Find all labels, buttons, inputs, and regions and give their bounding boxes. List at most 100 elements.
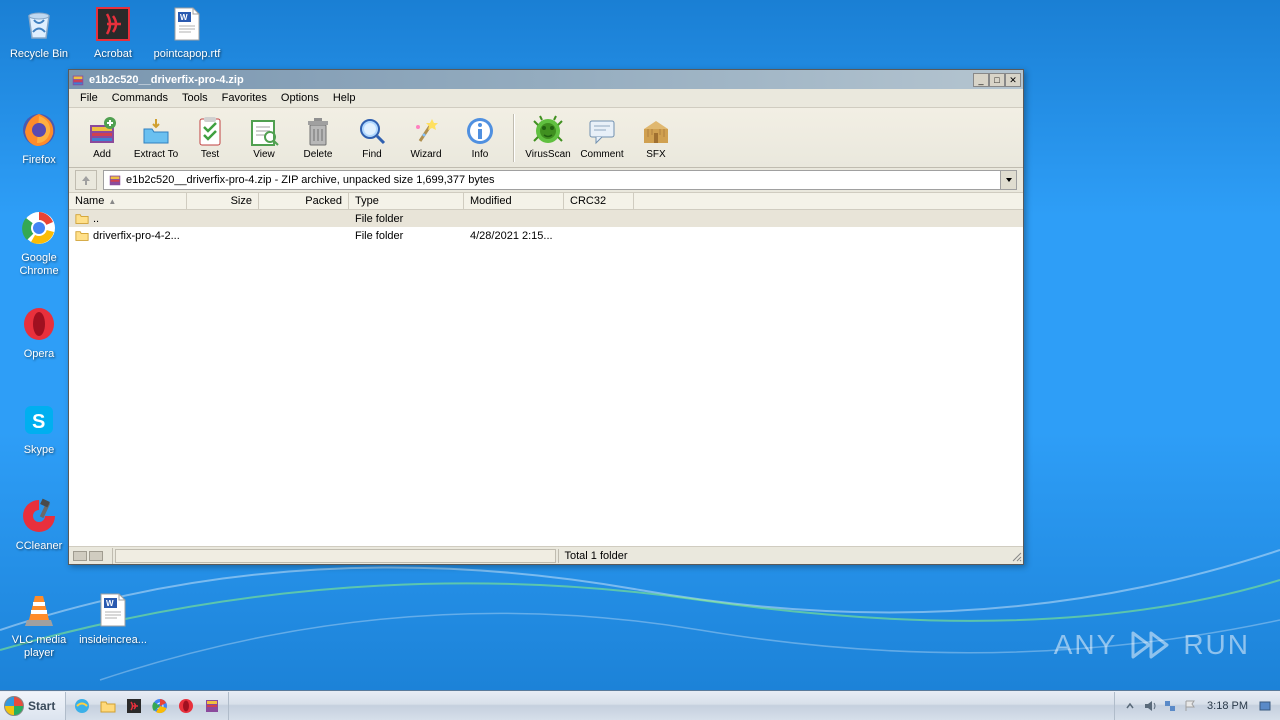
desktop-icon-recycle-bin[interactable]: Recycle Bin xyxy=(4,4,74,61)
ql-acrobat[interactable] xyxy=(122,694,146,718)
cell-packed xyxy=(259,235,349,237)
desktop-icon-opera[interactable]: Opera xyxy=(4,304,74,361)
toolbar-separator xyxy=(513,114,515,162)
cell-modified xyxy=(464,218,564,220)
cell-packed xyxy=(259,218,349,220)
add-icon xyxy=(86,115,118,147)
info-icon xyxy=(464,115,496,147)
toolbar-wizard-button[interactable]: Wizard xyxy=(399,110,453,166)
column-size[interactable]: Size xyxy=(187,193,259,209)
cell-type: File folder xyxy=(349,229,464,243)
resize-grip[interactable] xyxy=(1009,549,1023,563)
toolbar-label: Wizard xyxy=(410,149,441,160)
toolbar-add-button[interactable]: Add xyxy=(75,110,129,166)
cell-name: .. xyxy=(69,211,187,227)
menu-favorites[interactable]: Favorites xyxy=(215,90,274,106)
toolbar-label: Add xyxy=(93,149,111,160)
windows-orb-icon xyxy=(4,696,24,716)
cell-size xyxy=(187,235,259,237)
network-icon[interactable] xyxy=(1163,699,1177,713)
maximize-button[interactable]: □ xyxy=(989,73,1005,87)
up-button[interactable] xyxy=(75,170,97,190)
menu-options[interactable]: Options xyxy=(274,90,326,106)
ql-explorer[interactable] xyxy=(96,694,120,718)
file-list[interactable]: ..File folderdriverfix-pro-4-2...File fo… xyxy=(69,210,1023,546)
desktop-icon-acrobat[interactable]: Acrobat xyxy=(78,4,148,61)
cell-modified: 4/28/2021 2:15... xyxy=(464,229,564,243)
icon-label: CCleaner xyxy=(4,540,74,553)
ql-ie[interactable] xyxy=(70,694,94,718)
desktop-icon-ccleaner[interactable]: CCleaner xyxy=(4,496,74,553)
folder-icon xyxy=(99,697,117,715)
toolbar-extract-button[interactable]: Extract To xyxy=(129,110,183,166)
desktop-icon-firefox[interactable]: Firefox xyxy=(4,110,74,167)
column-crc32[interactable]: CRC32 xyxy=(564,193,634,209)
wizard-icon xyxy=(410,115,442,147)
quick-launch xyxy=(66,692,229,720)
toolbar-label: Comment xyxy=(580,149,623,160)
winrar-icon xyxy=(203,697,221,715)
icon-label: insideincrea... xyxy=(78,634,148,647)
taskbar: Start 3:18 PM xyxy=(0,690,1280,720)
start-label: Start xyxy=(28,699,55,713)
toolbar-delete-button[interactable]: Delete xyxy=(291,110,345,166)
acrobat-icon xyxy=(93,4,133,44)
menu-file[interactable]: File xyxy=(73,90,105,106)
desktop-icon-chrome[interactable]: Google Chrome xyxy=(4,208,74,278)
folder-icon xyxy=(75,212,89,226)
winrar-window: e1b2c520__driverfix-pro-4.zip _ □ ✕ File… xyxy=(68,69,1024,565)
path-input[interactable]: e1b2c520__driverfix-pro-4.zip - ZIP arch… xyxy=(103,170,1017,190)
file-row[interactable]: driverfix-pro-4-2...File folder4/28/2021… xyxy=(69,227,1023,244)
status-toggles[interactable] xyxy=(69,548,113,564)
ql-opera[interactable] xyxy=(174,694,198,718)
find-icon xyxy=(356,115,388,147)
column-modified[interactable]: Modified xyxy=(464,193,564,209)
chrome-icon xyxy=(19,208,59,248)
show-desktop-button[interactable] xyxy=(1258,699,1272,713)
column-headers: Name▲SizePackedTypeModifiedCRC32 xyxy=(69,192,1023,210)
start-button[interactable]: Start xyxy=(0,692,66,720)
toolbar: Add Extract ToTestViewDeleteFind Wizard Inf… xyxy=(69,108,1023,168)
ie-icon xyxy=(73,697,91,715)
toolbar-label: SFX xyxy=(646,149,665,160)
cell-crc32 xyxy=(564,218,634,220)
clock[interactable]: 3:18 PM xyxy=(1203,700,1252,712)
ql-winrar[interactable] xyxy=(200,694,224,718)
toolbar-test-button[interactable]: Test xyxy=(183,110,237,166)
column-packed[interactable]: Packed xyxy=(259,193,349,209)
desktop-icon-vlc[interactable]: VLC media player xyxy=(4,590,74,660)
toolbar-find-button[interactable]: Find xyxy=(345,110,399,166)
file-row[interactable]: ..File folder xyxy=(69,210,1023,227)
toolbar-label: VirusScan xyxy=(525,149,570,160)
chevron-down-icon xyxy=(1005,176,1013,184)
titlebar[interactable]: e1b2c520__driverfix-pro-4.zip _ □ ✕ xyxy=(69,70,1023,89)
system-tray: 3:18 PM xyxy=(1114,692,1280,720)
delete-icon xyxy=(302,115,334,147)
close-button[interactable]: ✕ xyxy=(1005,73,1021,87)
app-icon xyxy=(71,73,85,87)
archive-icon xyxy=(108,173,122,187)
desktop-icon-insideincrea[interactable]: Winsideincrea... xyxy=(78,590,148,647)
volume-icon[interactable] xyxy=(1143,699,1157,713)
insideincrea-icon: W xyxy=(93,590,133,630)
toolbar-view-button[interactable]: View xyxy=(237,110,291,166)
ccleaner-icon xyxy=(19,496,59,536)
toolbar-virusscan-button[interactable]: VirusScan xyxy=(521,110,575,166)
icon-label: pointcapop.rtf xyxy=(152,48,222,61)
toolbar-comment-button[interactable]: Comment xyxy=(575,110,629,166)
menu-tools[interactable]: Tools xyxy=(175,90,215,106)
toolbar-sfx-button[interactable]: SFX xyxy=(629,110,683,166)
status-text: Total 1 folder xyxy=(565,550,628,562)
desktop-icon-skype[interactable]: SSkype xyxy=(4,400,74,457)
ql-chrome[interactable] xyxy=(148,694,172,718)
toolbar-info-button[interactable]: Info xyxy=(453,110,507,166)
desktop-icon-pointcapop[interactable]: Wpointcapop.rtf xyxy=(152,4,222,61)
column-name[interactable]: Name▲ xyxy=(69,193,187,209)
path-dropdown-button[interactable] xyxy=(1000,171,1016,189)
flag-icon[interactable] xyxy=(1183,699,1197,713)
minimize-button[interactable]: _ xyxy=(973,73,989,87)
tray-expand-icon[interactable] xyxy=(1123,699,1137,713)
column-type[interactable]: Type xyxy=(349,193,464,209)
menu-commands[interactable]: Commands xyxy=(105,90,175,106)
menu-help[interactable]: Help xyxy=(326,90,363,106)
